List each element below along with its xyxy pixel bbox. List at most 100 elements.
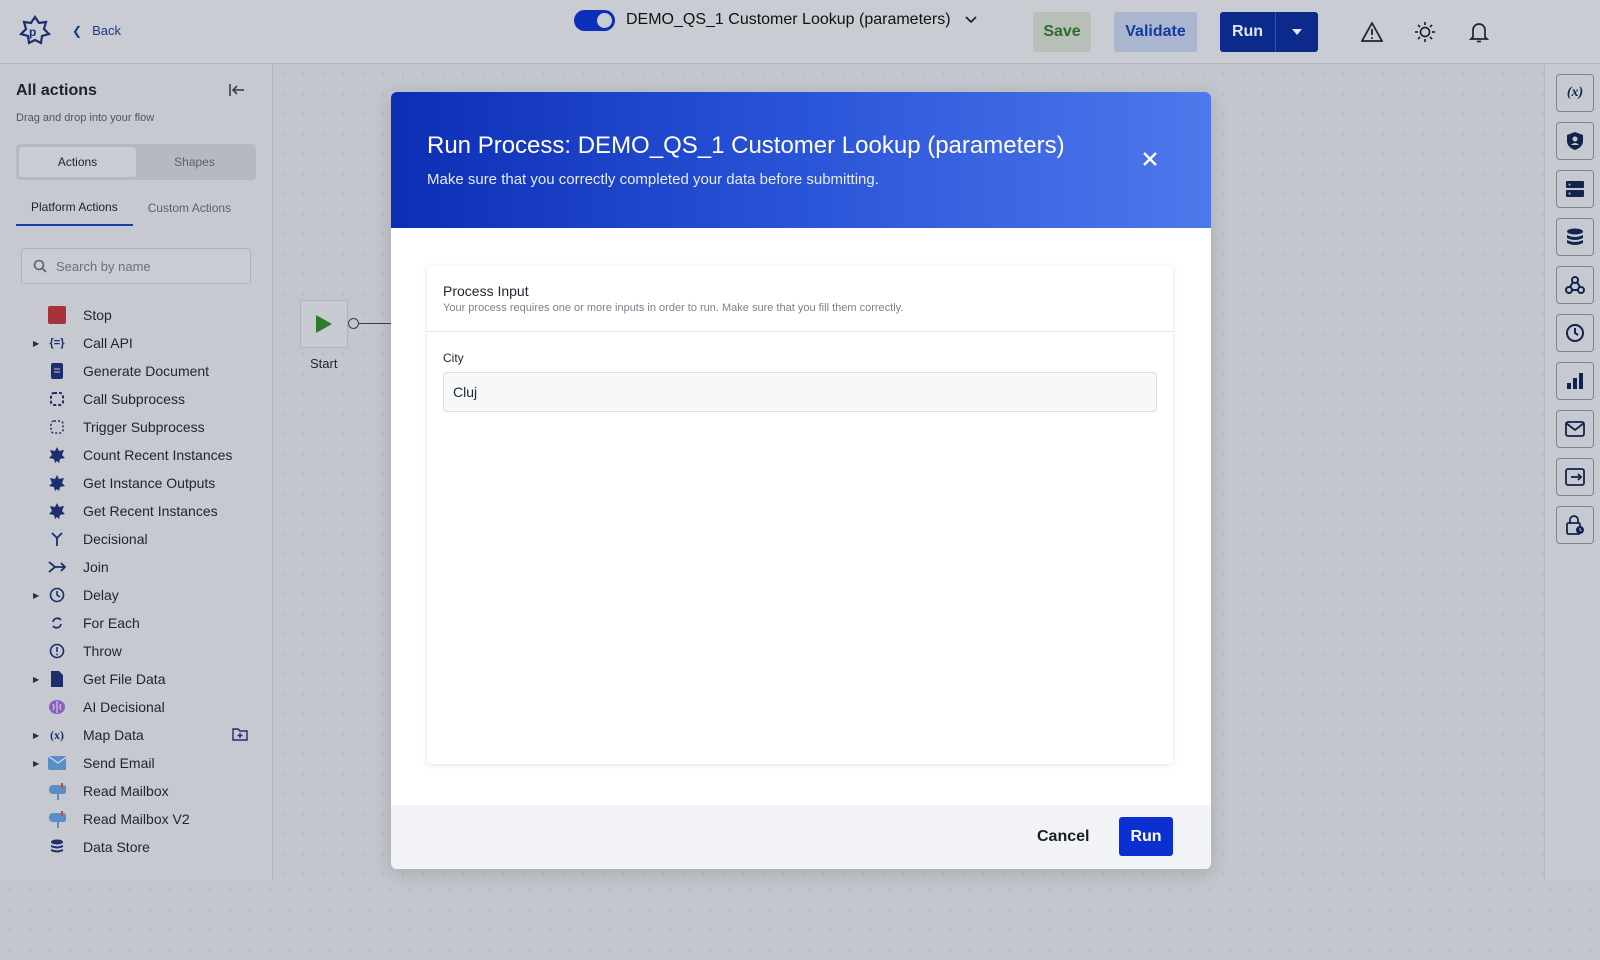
collapse-sidebar-icon[interactable]	[228, 82, 248, 102]
back-link[interactable]: ❮ Back	[72, 23, 121, 38]
list-item[interactable]: ▶ Delay	[0, 581, 273, 609]
list-item[interactable]: ▶ (x) Map Data	[0, 721, 273, 749]
tab-custom-actions[interactable]: Custom Actions	[133, 190, 246, 226]
search-icon	[33, 259, 47, 273]
theme-sun-icon[interactable]	[1413, 20, 1437, 44]
sidebar-subtitle: Drag and drop into your flow	[16, 112, 155, 124]
connector-line	[359, 323, 391, 324]
city-field-label: City	[443, 351, 464, 365]
subprocess-icon	[48, 390, 66, 408]
canvas-bottom-area	[0, 880, 1600, 960]
loop-icon	[48, 614, 66, 632]
modal-header: Run Process: DEMO_QS_1 Customer Lookup (…	[391, 92, 1211, 228]
cancel-button[interactable]: Cancel	[1037, 819, 1089, 855]
list-item[interactable]: Count Recent Instances	[0, 441, 273, 469]
exclamation-icon	[48, 642, 66, 660]
sidebar-title: All actions	[16, 82, 97, 99]
list-item[interactable]: ▶ Get File Data	[0, 665, 273, 693]
expand-arrow-icon[interactable]: ▶	[33, 591, 39, 600]
top-bar: p ❮ Back DEMO_QS_1 Customer Lookup (para…	[0, 0, 1600, 64]
chevron-down-icon	[964, 16, 977, 24]
email-icon	[48, 754, 66, 772]
expand-arrow-icon[interactable]: ▶	[33, 759, 39, 768]
list-item[interactable]: Decisional	[0, 525, 273, 553]
decisional-icon	[48, 530, 66, 548]
webhook-icon[interactable]	[1556, 266, 1594, 304]
expand-arrow-icon[interactable]: ▶	[33, 675, 39, 684]
search-input[interactable]: Search by name	[21, 248, 251, 284]
app-logo-icon[interactable]: p	[18, 14, 52, 48]
api-icon: {=}	[49, 337, 65, 349]
notification-bell-icon[interactable]	[1467, 20, 1491, 44]
run-button[interactable]: Run	[1220, 12, 1276, 52]
list-item[interactable]: Throw	[0, 637, 273, 665]
list-item[interactable]: Data Store	[0, 833, 273, 861]
list-item[interactable]: ▶ {=} Call API	[0, 329, 273, 357]
lock-clock-icon[interactable]	[1556, 506, 1594, 544]
city-input[interactable]: Cluj	[443, 372, 1157, 412]
clock-icon[interactable]	[1556, 314, 1594, 352]
trigger-subprocess-icon	[48, 418, 66, 436]
save-button[interactable]: Save	[1033, 12, 1091, 52]
play-icon	[316, 315, 332, 333]
card-title: Process Input	[443, 283, 529, 299]
folder-add-icon[interactable]	[232, 727, 248, 743]
start-node-label: Start	[310, 356, 338, 371]
mailbox-icon	[48, 810, 66, 828]
database-icon	[48, 838, 66, 856]
list-item[interactable]: Get Instance Outputs	[0, 469, 273, 497]
actions-list: Stop ▶ {=} Call API Generate Document Call…	[0, 301, 273, 861]
database-icon[interactable]	[1556, 218, 1594, 256]
process-active-toggle[interactable]	[574, 10, 615, 31]
flowx-icon	[48, 446, 66, 464]
variable-icon[interactable]: (x)	[1556, 74, 1594, 112]
run-options-dropdown[interactable]	[1276, 12, 1318, 52]
export-icon[interactable]	[1556, 458, 1594, 496]
close-icon[interactable]	[1141, 150, 1159, 168]
list-item[interactable]: Trigger Subprocess	[0, 413, 273, 441]
modal-footer: Cancel Run	[391, 805, 1211, 869]
list-item[interactable]: Read Mailbox V2	[0, 805, 273, 833]
mail-icon[interactable]	[1556, 410, 1594, 448]
file-icon	[48, 670, 66, 688]
server-icon[interactable]	[1556, 170, 1594, 208]
list-item[interactable]: Stop	[0, 301, 273, 329]
tab-platform-actions[interactable]: Platform Actions	[16, 190, 133, 226]
list-item[interactable]: For Each	[0, 609, 273, 637]
chevron-left-icon: ❮	[72, 23, 83, 38]
process-title-dropdown[interactable]: DEMO_QS_1 Customer Lookup (parameters)	[626, 11, 977, 29]
clock-icon	[48, 586, 66, 604]
run-split-button: Run	[1220, 12, 1318, 52]
card-subtitle: Your process requires one or more inputs…	[443, 302, 904, 314]
join-icon	[48, 558, 66, 576]
caret-down-icon	[1292, 29, 1302, 35]
list-item[interactable]: Call Subprocess	[0, 385, 273, 413]
expand-arrow-icon[interactable]: ▶	[33, 339, 39, 348]
shield-icon[interactable]	[1556, 122, 1594, 160]
list-item[interactable]: Read Mailbox	[0, 777, 273, 805]
run-button[interactable]: Run	[1119, 817, 1173, 856]
flowx-icon	[48, 502, 66, 520]
process-title: DEMO_QS_1 Customer Lookup (parameters)	[626, 11, 951, 28]
list-item[interactable]: AI Decisional	[0, 693, 273, 721]
warning-icon[interactable]	[1360, 20, 1384, 44]
modal-title: Run Process: DEMO_QS_1 Customer Lookup (…	[427, 132, 1065, 159]
start-node[interactable]	[300, 300, 348, 348]
segment-shapes[interactable]: Shapes	[136, 147, 253, 177]
validate-button[interactable]: Validate	[1114, 12, 1197, 52]
variable-icon: (x)	[50, 727, 64, 742]
svg-text:p: p	[29, 25, 36, 39]
chart-icon[interactable]	[1556, 362, 1594, 400]
list-item[interactable]: Join	[0, 553, 273, 581]
list-item[interactable]: Generate Document	[0, 357, 273, 385]
list-item[interactable]: ▶ Send Email	[0, 749, 273, 777]
segment-control: Actions Shapes	[16, 144, 256, 180]
connector-handle[interactable]	[348, 318, 359, 329]
expand-arrow-icon[interactable]: ▶	[33, 731, 39, 740]
list-item[interactable]: Get Recent Instances	[0, 497, 273, 525]
segment-actions[interactable]: Actions	[19, 147, 136, 177]
back-label: Back	[92, 23, 121, 38]
search-placeholder: Search by name	[56, 258, 151, 274]
stop-icon	[48, 306, 66, 324]
card-header: Process Input Your process requires one …	[427, 266, 1173, 332]
